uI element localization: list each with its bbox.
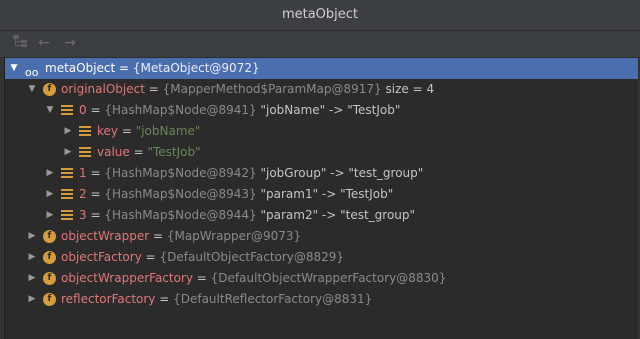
tree-row-text: reflectorFactory = {DefaultReflectorFact…	[61, 289, 372, 310]
tree-row[interactable]: ▼ f originalObject = {MapperMethod$ParamMa…	[5, 79, 639, 100]
object-reference: {DefaultObjectWrapperFactory@8830}	[210, 271, 447, 285]
expand-right-icon[interactable]: ▶	[45, 184, 55, 205]
expand-right-icon[interactable]: ▶	[27, 226, 37, 247]
equals-sign: =	[86, 166, 105, 180]
entry-icon	[61, 168, 73, 179]
window-title: metaObject	[0, 0, 640, 31]
expand-right-icon[interactable]: ▶	[45, 205, 55, 226]
tree-row[interactable]: ▶ 2 = {HashMap$Node@8943} "param1" -> "Te…	[5, 184, 639, 205]
variable-name: 1	[79, 166, 87, 180]
field-icon: f	[43, 230, 56, 243]
variable-name: reflectorFactory	[61, 292, 156, 306]
field-icon: f	[43, 83, 56, 96]
variable-name: objectWrapper	[61, 229, 150, 243]
equals-sign: =	[141, 250, 160, 264]
equals-sign: =	[86, 208, 105, 222]
expand-right-icon[interactable]: ▶	[45, 163, 55, 184]
tree-row[interactable]: ▶ key = "jobName"	[5, 121, 639, 142]
variable-name: 0	[79, 103, 87, 117]
variable-name: objectWrapperFactory	[61, 271, 193, 285]
back-arrow-icon[interactable]: ←	[34, 34, 54, 52]
field-icon: f	[43, 293, 56, 306]
toolbar: ← →	[0, 31, 640, 55]
equals-sign: =	[86, 187, 105, 201]
tree-row-text: objectFactory = {DefaultObjectFactory@88…	[61, 247, 344, 268]
tree-row[interactable]: ▼ 0 = {HashMap$Node@8941} "jobName" -> "T…	[5, 100, 639, 121]
entry-icon	[61, 105, 73, 116]
equals-sign: =	[192, 271, 211, 285]
variables-tree[interactable]: ▼ oo metaObject = {MetaObject@9072} ▼ f origi…	[4, 57, 640, 339]
equals-sign: =	[118, 124, 136, 138]
entry-icon	[61, 210, 73, 221]
tree-row-text: 0 = {HashMap$Node@8941} "jobName" -> "Te…	[79, 100, 400, 121]
object-reference: {HashMap$Node@8944}	[104, 208, 257, 222]
variable-name: key	[97, 124, 119, 138]
tree-row[interactable]: ▶ value = "TestJob"	[5, 142, 639, 163]
equals-sign: =	[144, 82, 163, 96]
tree-row[interactable]: ▶ f objectWrapperFactory = {DefaultObjectW…	[5, 268, 639, 289]
object-reference: {MapperMethod$ParamMap@8917}	[162, 82, 382, 96]
tree-row-text: objectWrapper = {MapWrapper@9073}	[61, 226, 301, 247]
tree-row[interactable]: ▶ 3 = {HashMap$Node@8944} "param2" -> "te…	[5, 205, 639, 226]
variable-name: originalObject	[61, 82, 145, 96]
expand-down-icon[interactable]: ▼	[45, 100, 55, 121]
tree-row-text: value = "TestJob"	[97, 142, 201, 163]
string-value: "jobName"	[135, 124, 201, 138]
tree-row-text: 3 = {HashMap$Node@8944} "param2" -> "tes…	[79, 205, 415, 226]
value-summary: "param1" -> "TestJob"	[256, 187, 394, 201]
expand-down-icon[interactable]: ▼	[27, 79, 37, 100]
variable-name: objectFactory	[61, 250, 142, 264]
object-reference: {MetaObject@9072}	[132, 61, 260, 75]
entry-icon	[79, 147, 91, 158]
hierarchy-icon[interactable]	[10, 34, 30, 52]
tree-row-text: objectWrapperFactory = {DefaultObjectWra…	[61, 268, 446, 289]
value-summary: "param2" -> "test_group"	[256, 208, 416, 222]
field-icon: f	[43, 251, 56, 264]
entry-icon	[61, 189, 73, 200]
tree-row-text: key = "jobName"	[97, 121, 200, 142]
equals-sign: =	[115, 61, 133, 75]
tree-row[interactable]: ▶ f objectWrapper = {MapWrapper@9073}	[5, 226, 639, 247]
equals-sign: =	[86, 103, 105, 117]
entry-icon	[79, 126, 91, 137]
tree-row-text: 1 = {HashMap$Node@8942} "jobGroup" -> "t…	[79, 163, 423, 184]
object-reference: {DefaultObjectFactory@8829}	[159, 250, 345, 264]
tree-row-text: 2 = {HashMap$Node@8943} "param1" -> "Tes…	[79, 184, 393, 205]
tree-row-text: originalObject = {MapperMethod$ParamMap@…	[61, 79, 434, 100]
tree-row-text: metaObject = {MetaObject@9072}	[45, 58, 260, 79]
field-icon: f	[43, 272, 56, 285]
object-reference: {DefaultReflectorFactory@8831}	[173, 292, 373, 306]
forward-arrow-icon[interactable]: →	[60, 34, 80, 52]
tree-row[interactable]: ▶ f objectFactory = {DefaultObjectFactory@…	[5, 247, 639, 268]
expand-right-icon[interactable]: ▶	[27, 268, 37, 289]
expand-down-icon[interactable]: ▼	[9, 58, 19, 79]
expand-right-icon[interactable]: ▶	[63, 121, 73, 142]
expand-right-icon[interactable]: ▶	[27, 289, 37, 310]
object-reference: {HashMap$Node@8942}	[104, 166, 257, 180]
variable-name: metaObject	[45, 61, 116, 75]
equals-sign: =	[129, 145, 148, 159]
value-summary: size = 4	[381, 82, 435, 96]
tree-row[interactable]: ▶ 1 = {HashMap$Node@8942} "jobGroup" -> "…	[5, 163, 639, 184]
variable-name: value	[97, 145, 130, 159]
expand-right-icon[interactable]: ▶	[27, 247, 37, 268]
glasses-icon: oo	[25, 66, 39, 79]
equals-sign: =	[149, 229, 167, 243]
tree-row[interactable]: ▶ f reflectorFactory = {DefaultReflectorFa…	[5, 289, 639, 310]
equals-sign: =	[155, 292, 174, 306]
expand-right-icon[interactable]: ▶	[63, 142, 73, 163]
object-reference: {MapWrapper@9073}	[166, 229, 302, 243]
object-reference: {HashMap$Node@8941}	[104, 103, 257, 117]
variable-name: 2	[79, 187, 87, 201]
tree-row[interactable]: ▼ oo metaObject = {MetaObject@9072}	[5, 58, 639, 79]
value-summary: "jobGroup" -> "test_group"	[256, 166, 424, 180]
string-value: "TestJob"	[147, 145, 201, 159]
object-reference: {HashMap$Node@8943}	[104, 187, 257, 201]
variable-name: 3	[79, 208, 87, 222]
value-summary: "jobName" -> "TestJob"	[256, 103, 401, 117]
